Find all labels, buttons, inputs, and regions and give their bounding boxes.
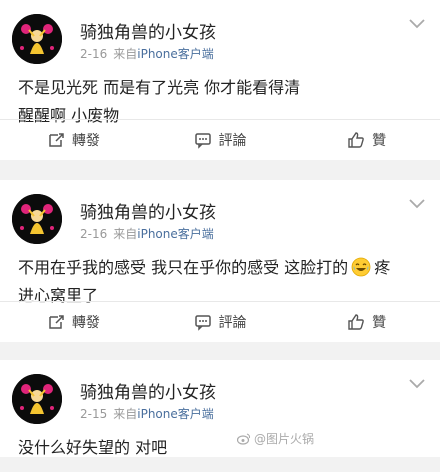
username[interactable]: 骑独角兽的小女孩: [80, 18, 216, 43]
post-header: 骑独角兽的小女孩 2-16 来自iPhone客户端: [0, 180, 440, 250]
weibo-feed: 骑独角兽的小女孩 2-16 来自iPhone客户端 不是见光死 而是有了光亮 你才…: [0, 0, 440, 457]
action-bar: 轉發 評論 贊: [0, 301, 440, 342]
post-text-line: 没什么好失望的 对吧: [18, 438, 168, 457]
post-header: 骑独角兽的小女孩 2-16 来自iPhone客户端: [0, 0, 440, 70]
source-link[interactable]: iPhone客户端: [137, 227, 214, 241]
separator: [0, 160, 440, 180]
like-button[interactable]: 贊: [293, 312, 440, 332]
laughing-crying-emoji-icon: [351, 257, 371, 277]
comment-label: 評論: [218, 133, 247, 149]
chevron-down-icon[interactable]: [408, 378, 426, 390]
post-text: 疼: [374, 258, 391, 277]
chevron-down-icon[interactable]: [408, 18, 426, 30]
avatar[interactable]: [12, 194, 62, 244]
like-label: 贊: [372, 133, 387, 149]
source-prefix: 来自: [113, 407, 138, 421]
post-card: 骑独角兽的小女孩 2-16 来自iPhone客户端 不是见光死 而是有了光亮 你才…: [0, 0, 440, 160]
post-content: 没什么好失望的 对吧: [0, 430, 440, 472]
comment-button[interactable]: 評論: [147, 312, 294, 332]
watermark-text: @图片火锅: [253, 432, 314, 446]
repost-button[interactable]: 轉發: [0, 130, 147, 150]
like-icon: [348, 314, 364, 330]
post-text-line: 不用在乎我的感受 我只在乎你的感受 这脸打的 疼: [18, 254, 426, 282]
post-date: 2-16: [80, 47, 108, 61]
post-header: 骑独角兽的小女孩 2-15 来自iPhone客户端: [0, 360, 440, 430]
source-link[interactable]: iPhone客户端: [137, 47, 214, 61]
post-text: 不用在乎我的感受 我只在乎你的感受 这脸打的: [18, 258, 349, 277]
comment-label: 評論: [218, 315, 247, 331]
comment-button[interactable]: 評論: [147, 130, 294, 150]
like-label: 贊: [372, 315, 387, 331]
like-button[interactable]: 贊: [293, 130, 440, 150]
post-card: 骑独角兽的小女孩 2-16 来自iPhone客户端 不用在乎我的感受 我只在乎你的…: [0, 180, 440, 342]
repost-button[interactable]: 轉發: [0, 312, 147, 332]
like-icon: [348, 132, 364, 148]
source-prefix: 来自: [113, 227, 138, 241]
weibo-logo-icon: [236, 433, 251, 445]
avatar[interactable]: [12, 374, 62, 424]
post-meta: 2-16 来自iPhone客户端: [80, 45, 214, 62]
username[interactable]: 骑独角兽的小女孩: [80, 198, 216, 223]
avatar[interactable]: [12, 14, 62, 64]
post-date: 2-15: [80, 407, 108, 421]
repost-label: 轉發: [71, 133, 100, 149]
repost-icon: [49, 315, 64, 329]
watermark: @图片火锅: [236, 430, 314, 447]
chevron-down-icon[interactable]: [408, 198, 426, 210]
post-meta: 2-16 来自iPhone客户端: [80, 225, 214, 242]
repost-label: 轉發: [71, 315, 100, 331]
post-meta: 2-15 来自iPhone客户端: [80, 405, 214, 422]
post-card: 骑独角兽的小女孩 2-15 来自iPhone客户端 没什么好失望的 对吧 @图片火…: [0, 360, 440, 457]
post-text-line: 不是见光死 而是有了光亮 你才能看得清: [18, 78, 301, 97]
source-link[interactable]: iPhone客户端: [137, 407, 214, 421]
action-bar: 轉發 評論 贊: [0, 119, 440, 160]
separator: [0, 342, 440, 360]
username[interactable]: 骑独角兽的小女孩: [80, 378, 216, 403]
comment-icon: [194, 315, 211, 331]
post-date: 2-16: [80, 227, 108, 241]
comment-icon: [194, 133, 211, 149]
repost-icon: [49, 133, 64, 147]
source-prefix: 来自: [113, 47, 138, 61]
